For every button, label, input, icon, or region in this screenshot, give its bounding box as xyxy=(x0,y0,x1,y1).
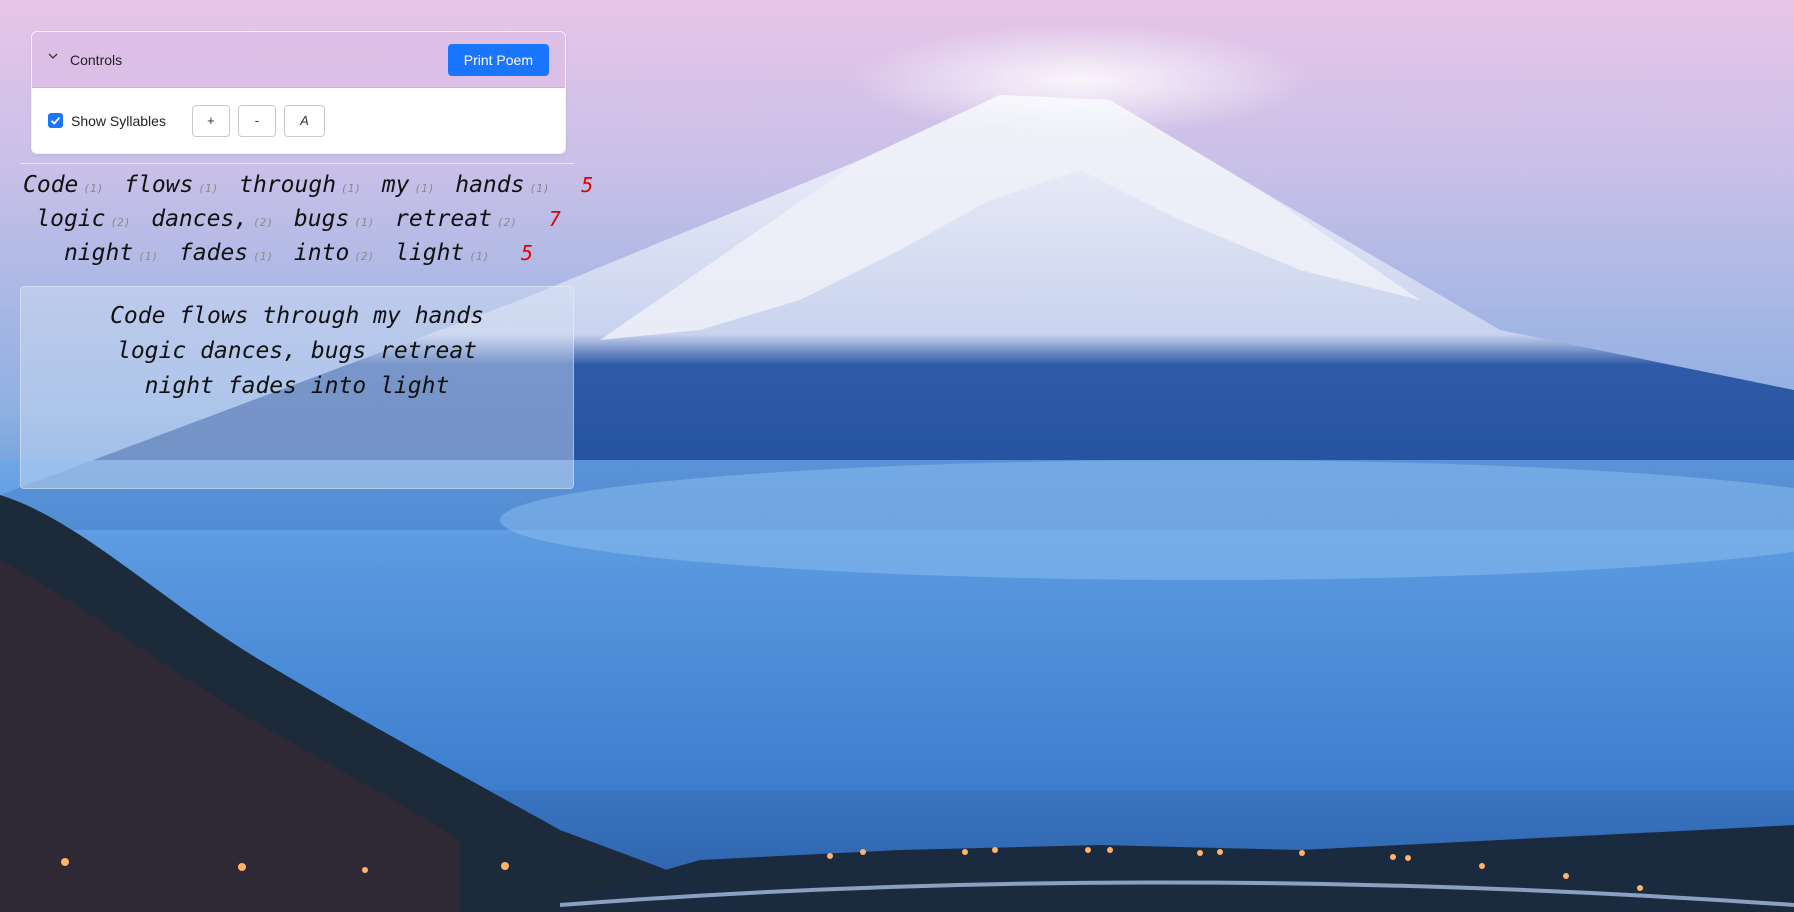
syllable-count: (1) xyxy=(198,182,219,195)
word: dances, xyxy=(151,206,249,232)
syllable-display: Code (1) flows (1) through (1) my (1) hands (… xyxy=(20,168,593,270)
word: retreat xyxy=(395,206,492,232)
increase-font-button[interactable]: + xyxy=(191,104,230,137)
word: into xyxy=(293,240,350,266)
syllable-count: (1) xyxy=(83,182,104,195)
chevron-down-icon[interactable] xyxy=(48,51,58,61)
controls-title: Controls xyxy=(70,51,123,68)
syllable-count: (1) xyxy=(341,182,361,195)
word: fades xyxy=(178,240,249,266)
poem-line: logic dances, bugs retreat xyxy=(116,338,478,364)
syllable-count: (1) xyxy=(354,216,375,229)
word: through xyxy=(239,172,337,198)
syllable-line: logic (2) dances, (2) bugs (1) retreat (2) 7 xyxy=(20,202,574,236)
syllable-count: (2) xyxy=(253,216,274,229)
syllable-count: (2) xyxy=(110,216,131,229)
syllable-count: (1) xyxy=(138,250,159,263)
decrease-font-button[interactable]: - xyxy=(237,104,276,137)
syllable-count: (1) xyxy=(414,182,435,195)
syllable-count: (1) xyxy=(529,182,550,195)
show-syllables-checkbox[interactable] xyxy=(48,113,63,128)
syllable-count: (1) xyxy=(253,250,274,263)
poem-display: Code flows through my hands logic dances… xyxy=(20,286,574,489)
word: hands xyxy=(455,172,525,198)
poem-line: Code flows through my hands xyxy=(110,303,484,329)
show-syllables-label[interactable]: Show Syllables xyxy=(71,113,166,129)
word: flows xyxy=(124,172,194,198)
controls-panel: Controls Print Poem Show Syllables + - A xyxy=(31,31,566,154)
controls-header[interactable]: Controls Print Poem xyxy=(32,32,565,88)
font-style-button[interactable]: A xyxy=(283,104,325,137)
print-poem-button[interactable]: Print Poem xyxy=(447,43,549,76)
word: bugs xyxy=(293,206,350,232)
line-syllable-total: 7 xyxy=(548,207,561,231)
checkmark-icon xyxy=(50,116,61,125)
controls-body: Show Syllables + - A xyxy=(32,88,565,153)
syllable-count: (2) xyxy=(496,216,517,229)
line-syllable-total: 5 xyxy=(581,173,594,197)
syllable-count: (1) xyxy=(469,250,490,263)
word: my xyxy=(381,172,410,198)
word: night xyxy=(63,240,134,266)
line-syllable-total: 5 xyxy=(521,241,534,265)
word: light xyxy=(395,240,465,266)
divider xyxy=(20,163,574,164)
syllable-count: (2) xyxy=(354,250,375,263)
poem-line: night fades into light xyxy=(144,373,450,399)
word: Code xyxy=(23,172,79,198)
syllable-line: Code (1) flows (1) through (1) my (1) hands (… xyxy=(20,168,593,202)
word: logic xyxy=(36,206,106,232)
syllable-line: night (1) fades (1) into (2) light (1) 5 xyxy=(20,236,574,270)
